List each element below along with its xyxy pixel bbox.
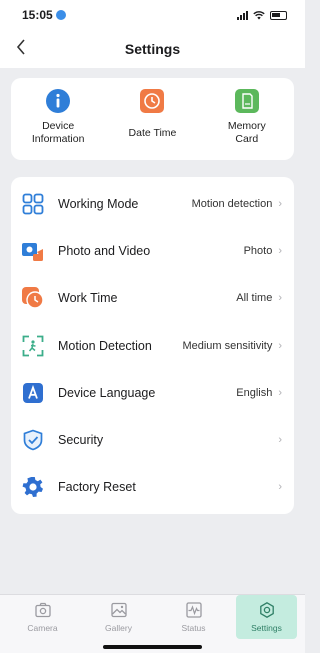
settings-hex-icon <box>259 602 274 618</box>
setting-security[interactable]: Security › <box>11 416 294 463</box>
setting-work-time[interactable]: Work Time All time › <box>11 275 294 322</box>
setting-factory-reset-label: Factory Reset <box>58 480 136 495</box>
setting-photo-and-video-label: Photo and Video <box>58 243 151 258</box>
home-indicator[interactable] <box>103 645 202 649</box>
setting-motion-detection-value: Medium sensitivity <box>182 339 273 352</box>
setting-work-time-label: Work Time <box>58 291 118 306</box>
navigation-bar: Settings <box>0 30 305 68</box>
chevron-right-icon: › <box>278 434 282 447</box>
setting-device-language[interactable]: Device Language English › <box>11 369 294 416</box>
setting-working-mode[interactable]: Working Mode Motion detection › <box>11 180 294 227</box>
status-right <box>237 10 287 20</box>
grid-icon <box>21 192 45 216</box>
tab-gallery[interactable]: Gallery <box>88 595 149 639</box>
quick-device-information-label: Device Information <box>31 120 85 145</box>
quick-memory-card-label: Memory Card <box>227 120 266 145</box>
status-left: 15:05 <box>22 8 66 22</box>
timer-icon <box>21 286 45 310</box>
info-icon <box>45 88 71 114</box>
back-button[interactable] <box>16 36 26 60</box>
setting-photo-and-video[interactable]: Photo and Video Photo › <box>11 227 294 274</box>
tab-settings[interactable]: Settings <box>236 595 297 639</box>
setting-working-mode-value: Motion detection <box>191 197 273 210</box>
setting-device-language-label: Device Language <box>58 385 156 400</box>
setting-motion-detection-label: Motion Detection <box>58 338 152 353</box>
tab-gallery-label: Gallery <box>105 623 132 633</box>
quick-date-time[interactable]: Date Time <box>112 88 192 140</box>
gallery-icon <box>110 602 127 618</box>
quick-memory-card[interactable]: Memory Card <box>207 88 287 146</box>
signal-icon <box>237 10 248 20</box>
settings-content: Device Information Date Time Memory Card… <box>0 68 305 515</box>
location-dot-icon <box>55 10 66 20</box>
quick-device-information[interactable]: Device Information <box>18 88 98 146</box>
tab-camera-label: Camera <box>27 623 58 633</box>
tab-settings-label: Settings <box>251 623 282 633</box>
shield-icon <box>21 428 45 452</box>
tab-status[interactable]: Status <box>163 595 224 639</box>
setting-factory-reset[interactable]: Factory Reset › <box>11 464 294 511</box>
status-time: 15:05 <box>22 8 53 22</box>
chevron-right-icon: › <box>278 386 282 399</box>
battery-icon <box>270 10 287 20</box>
tab-camera[interactable]: Camera <box>12 595 73 639</box>
page-title: Settings <box>124 41 181 57</box>
clock-icon <box>139 88 165 114</box>
reset-gear-icon <box>21 475 45 499</box>
quick-actions-card: Device Information Date Time Memory Card <box>11 78 294 160</box>
camera-tab-icon <box>34 602 51 618</box>
quick-date-time-label: Date Time <box>128 127 177 139</box>
motion-scan-icon <box>21 334 45 358</box>
chevron-right-icon: › <box>278 339 282 352</box>
chevron-right-icon: › <box>278 197 282 210</box>
status-wave-icon <box>185 602 202 618</box>
tab-status-label: Status <box>181 623 206 633</box>
chevron-right-icon: › <box>278 244 282 257</box>
wifi-icon <box>253 10 265 19</box>
setting-motion-detection[interactable]: Motion Detection Medium sensitivity › <box>11 322 294 369</box>
setting-device-language-value: English <box>236 386 273 399</box>
language-icon <box>21 381 45 405</box>
setting-security-label: Security <box>58 433 104 448</box>
chevron-right-icon: › <box>278 481 282 494</box>
chevron-right-icon: › <box>278 292 282 305</box>
settings-list: Working Mode Motion detection › Photo an… <box>11 177 294 515</box>
chevron-left-icon <box>16 39 25 55</box>
setting-working-mode-label: Working Mode <box>58 196 139 211</box>
sd-card-icon <box>234 88 260 114</box>
setting-work-time-value: All time <box>236 292 273 305</box>
camera-icon <box>21 239 45 263</box>
setting-photo-and-video-value: Photo <box>243 244 273 257</box>
status-bar: 15:05 <box>0 0 305 30</box>
